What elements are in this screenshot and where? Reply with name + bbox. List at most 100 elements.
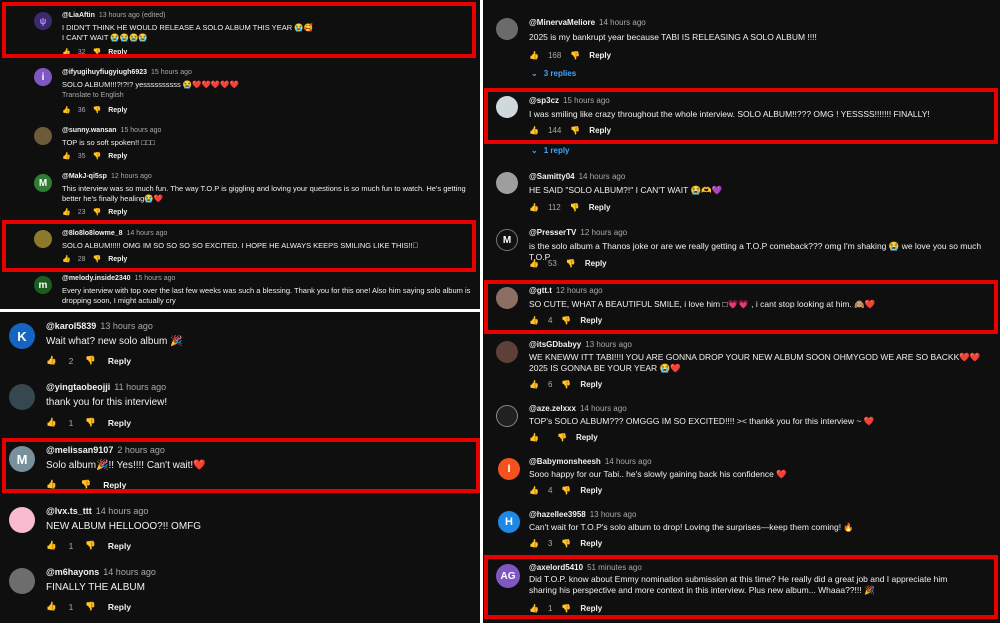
avatar[interactable]: M: [496, 229, 518, 251]
dislike-icon[interactable]: 👎: [93, 48, 102, 56]
comment-author[interactable]: @m6hayons: [46, 567, 99, 577]
like-icon[interactable]: 👍: [529, 259, 539, 268]
comment-time[interactable]: 14 hours ago: [96, 506, 149, 516]
dislike-icon[interactable]: 👎: [561, 604, 571, 613]
like-icon[interactable]: 👍: [62, 152, 71, 160]
avatar[interactable]: [496, 405, 518, 427]
like-icon[interactable]: 👍: [529, 433, 539, 442]
reply-button[interactable]: Reply: [589, 126, 611, 135]
comment-time[interactable]: 11 hours ago: [114, 382, 166, 392]
comment-author[interactable]: @hazellee3958: [529, 510, 586, 519]
reply-button[interactable]: Reply: [108, 356, 131, 366]
comment-time[interactable]: 2 hours ago: [117, 445, 165, 455]
like-icon[interactable]: 👍: [62, 255, 71, 263]
comment-author[interactable]: @lvx.ts_ttt: [46, 506, 92, 516]
comment-author[interactable]: @sp3cz: [529, 96, 559, 105]
dislike-icon[interactable]: 👎: [85, 355, 96, 366]
like-icon[interactable]: 👍: [46, 355, 57, 366]
dislike-icon[interactable]: 👎: [93, 255, 102, 263]
reply-button[interactable]: Reply: [580, 380, 602, 389]
comment-time[interactable]: 14 hours ago: [579, 172, 626, 181]
dislike-icon[interactable]: 👎: [566, 259, 576, 268]
reply-button[interactable]: Reply: [108, 107, 127, 114]
comment-author[interactable]: @karol5839: [46, 321, 96, 331]
like-icon[interactable]: 👍: [529, 126, 539, 135]
reply-button[interactable]: Reply: [108, 153, 127, 160]
like-icon[interactable]: 👍: [529, 539, 539, 548]
avatar[interactable]: [496, 96, 518, 118]
comment-time[interactable]: 15 hours ago: [151, 69, 192, 76]
translate-link[interactable]: Translate to English: [62, 92, 124, 99]
comment-author[interactable]: @LiaAftin: [62, 12, 95, 19]
avatar[interactable]: K: [9, 323, 35, 349]
dislike-icon[interactable]: 👎: [561, 539, 571, 548]
avatar[interactable]: ψ: [34, 12, 52, 30]
avatar[interactable]: i: [34, 68, 52, 86]
like-icon[interactable]: 👍: [62, 48, 71, 56]
dislike-icon[interactable]: 👎: [93, 106, 102, 114]
reply-button[interactable]: Reply: [108, 602, 131, 612]
comment-time[interactable]: 12 hours ago: [556, 286, 603, 295]
reply-button[interactable]: Reply: [108, 541, 131, 551]
comment-author[interactable]: @sunny.wansan: [62, 127, 117, 134]
comment-time[interactable]: 13 hours ago (edited): [99, 12, 166, 19]
dislike-icon[interactable]: 👎: [85, 417, 96, 428]
like-icon[interactable]: 👍: [62, 106, 71, 114]
reply-button[interactable]: Reply: [589, 51, 611, 60]
avatar[interactable]: AG: [496, 564, 520, 588]
dislike-icon[interactable]: 👎: [85, 601, 96, 612]
reply-button[interactable]: Reply: [108, 209, 127, 216]
reply-button[interactable]: Reply: [108, 418, 131, 428]
dislike-icon[interactable]: 👎: [570, 203, 580, 212]
dislike-icon[interactable]: 👎: [93, 152, 102, 160]
comment-time[interactable]: 15 hours ago: [563, 96, 610, 105]
dislike-icon[interactable]: 👎: [81, 479, 92, 490]
dislike-icon[interactable]: 👎: [561, 380, 571, 389]
like-icon[interactable]: 👍: [529, 380, 539, 389]
dislike-icon[interactable]: 👎: [85, 540, 96, 551]
comment-author[interactable]: @MakJ-qi5sp: [62, 173, 107, 180]
avatar[interactable]: I: [498, 458, 520, 480]
avatar[interactable]: H: [498, 511, 520, 533]
comment-time[interactable]: 13 hours ago: [585, 340, 632, 349]
comment-time[interactable]: 14 hours ago: [127, 230, 168, 237]
like-icon[interactable]: 👍: [62, 208, 71, 216]
comment-author[interactable]: @melissan9107: [46, 445, 113, 455]
dislike-icon[interactable]: 👎: [570, 126, 580, 135]
comment-author[interactable]: @PresserTV: [529, 228, 576, 237]
view-replies-button[interactable]: ⌄ 3 replies: [531, 69, 576, 78]
reply-button[interactable]: Reply: [580, 316, 602, 325]
like-icon[interactable]: 👍: [529, 203, 539, 212]
comment-author[interactable]: @MinervaMeliore: [529, 18, 595, 27]
dislike-icon[interactable]: 👎: [93, 208, 102, 216]
like-icon[interactable]: 👍: [46, 601, 57, 612]
comment-time[interactable]: 51 minutes ago: [587, 563, 642, 572]
dislike-icon[interactable]: 👎: [561, 486, 571, 495]
comment-author[interactable]: @ifyugihuyfiugyiugh6923: [62, 69, 147, 76]
comment-time[interactable]: 12 hours ago: [580, 228, 627, 237]
like-icon[interactable]: 👍: [529, 604, 539, 613]
comment-time[interactable]: 14 hours ago: [605, 457, 652, 466]
comment-author[interactable]: @yingtaobeojji: [46, 382, 110, 392]
like-icon[interactable]: 👍: [529, 51, 539, 60]
like-icon[interactable]: 👍: [46, 417, 57, 428]
comment-time[interactable]: 14 hours ago: [103, 567, 156, 577]
avatar[interactable]: M: [34, 174, 52, 192]
dislike-icon[interactable]: 👎: [570, 51, 580, 60]
reply-button[interactable]: Reply: [589, 203, 611, 212]
comment-author[interactable]: @aze.zelxxx: [529, 404, 576, 413]
avatar[interactable]: [496, 172, 518, 194]
reply-button[interactable]: Reply: [580, 539, 602, 548]
comment-time[interactable]: 14 hours ago: [580, 404, 627, 413]
reply-button[interactable]: Reply: [580, 604, 602, 613]
comment-author[interactable]: @axelord5410: [529, 563, 583, 572]
avatar[interactable]: [9, 507, 35, 533]
comment-time[interactable]: 13 hours ago: [100, 321, 153, 331]
comment-author[interactable]: @itsGDbabyy: [529, 340, 581, 349]
comment-time[interactable]: 14 hours ago: [599, 18, 646, 27]
comment-author[interactable]: @gtt.t: [529, 286, 552, 295]
comment-author[interactable]: @8lo8lo8lowme_8: [62, 230, 123, 237]
comment-author[interactable]: @Samitty04: [529, 172, 575, 181]
comment-author[interactable]: @Babymonsheesh: [529, 457, 601, 466]
reply-button[interactable]: Reply: [585, 259, 607, 268]
